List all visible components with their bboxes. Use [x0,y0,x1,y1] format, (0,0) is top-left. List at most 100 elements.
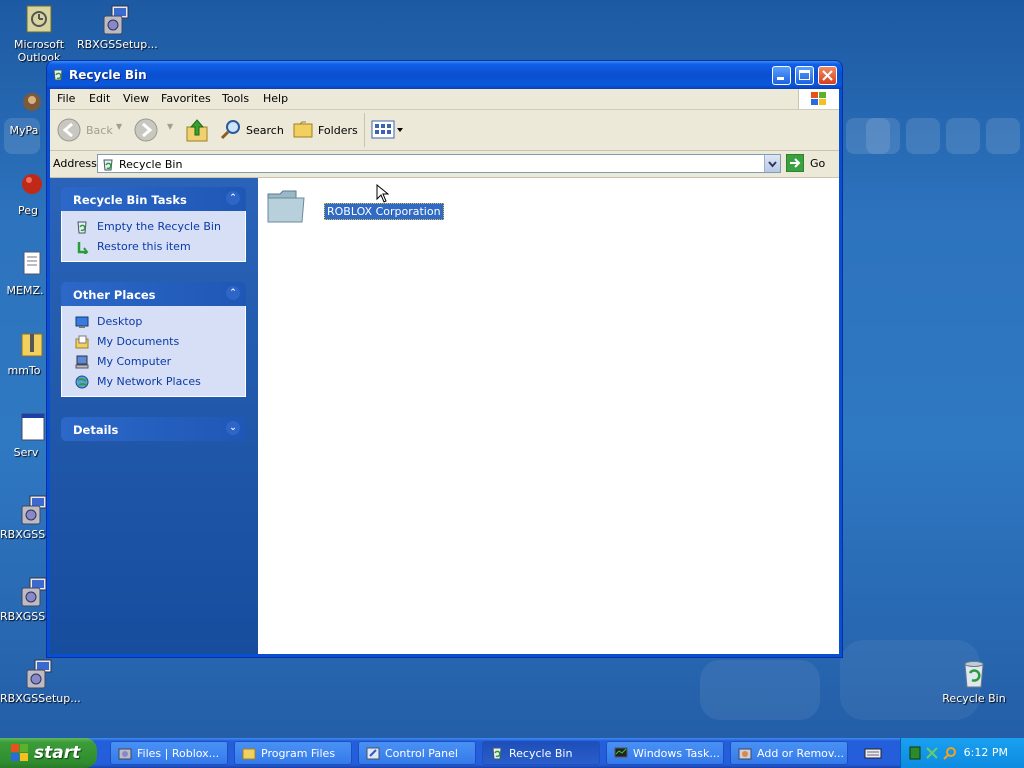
desktop-icon-mmto[interactable]: mmTo [0,330,50,377]
recycle-bin-icon [77,221,87,234]
desktop-icon-rbxgs-3[interactable]: RBXGSSe [0,576,46,623]
desktop-icon-rbxgs-4[interactable]: RBXGSSetup... [0,658,81,705]
chevron-down-icon[interactable]: ⌄ [226,421,240,435]
minimize-button[interactable] [772,66,791,85]
desktop-link[interactable]: Desktop [62,312,245,332]
mouse-cursor-icon [376,184,390,203]
desktop-icon-label: RBXGSSetup... [77,38,158,51]
chevron-up-icon[interactable]: ⌃ [226,286,240,300]
panel-body: Desktop My Documents My Computer My Netw… [61,306,246,397]
close-button[interactable] [818,66,837,85]
computer-icon [75,355,89,369]
panel-title: Other Places [73,288,156,302]
folder-icon [242,748,256,760]
desktop-icon-label: mmTo [7,364,41,377]
restore-item-link[interactable]: Restore this item [62,237,245,257]
recycle-bin-icon [492,747,502,760]
address-input[interactable]: Recycle Bin [97,154,781,173]
restore-arrow-icon [77,242,89,254]
documents-folder-icon [75,335,89,349]
menu-file[interactable]: File [57,92,75,105]
desktop-icon-label: RBXGSSe [0,610,46,623]
setup-icon [18,494,46,526]
search-button[interactable]: Search [220,118,286,142]
back-arrow-icon [57,118,81,142]
desktop-icon-memz[interactable]: MEMZ. [0,250,50,297]
desktop-icon-recycle-bin[interactable]: Recycle Bin [935,658,1013,705]
desktop-icon-mypa[interactable]: MyPa [0,90,50,137]
chevron-up-icon[interactable]: ⌃ [226,191,240,205]
panel-recycle-bin-tasks: Recycle Bin Tasks ⌃ Empty the Recycle Bi… [61,187,246,262]
folders-button[interactable]: Folders [292,118,358,142]
desktop-icon-label: RBXGSSetup... [0,692,81,705]
task-add-remove-programs[interactable]: Add or Remov... [730,741,848,765]
panel-header-tasks[interactable]: Recycle Bin Tasks ⌃ [61,187,246,211]
menu-edit[interactable]: Edit [89,92,110,105]
maximize-button[interactable] [795,66,814,85]
address-label: Address [53,157,97,170]
back-button[interactable]: Back ▼ [55,118,123,142]
task-files-roblox[interactable]: Files | Roblox... [110,741,228,765]
setup-icon [100,4,132,36]
go-button[interactable]: Go [785,153,834,174]
add-remove-icon [738,748,752,760]
explorer-window: Recycle Bin File Edit View Favorites Too… [47,61,842,657]
my-documents-link[interactable]: My Documents [62,332,245,352]
title-bar[interactable]: Recycle Bin [47,61,842,89]
forward-arrow-icon [134,118,158,142]
toolbar: Back ▼ ▼ Search Folders [50,110,839,151]
panel-header-places[interactable]: Other Places ⌃ [61,282,246,306]
start-label: start [34,743,81,763]
desktop-icon-peg[interactable]: Peg [0,170,50,217]
address-dropdown-button[interactable] [764,155,780,172]
tray-app-icon[interactable] [925,746,939,760]
menu-bar: File Edit View Favorites Tools Help [50,89,839,110]
panel-title: Details [73,423,119,437]
menu-tools[interactable]: Tools [222,92,249,105]
go-arrow-icon [785,153,805,173]
up-button[interactable] [185,117,209,143]
folder-icon [267,190,305,223]
setup-icon [118,748,132,760]
recycle-bin-icon [103,159,113,171]
panel-header-details[interactable]: Details ⌄ [61,417,246,441]
menu-favorites[interactable]: Favorites [161,92,211,105]
folder-item[interactable]: ROBLOX Corporation [266,186,466,226]
task-windows-task-manager[interactable]: Windows Task... [606,741,724,765]
desktop-icon-rbxgs-1[interactable]: RBXGSSetup... [77,4,158,51]
desktop-icon-rbxgs-2[interactable]: RBXGSSe [0,494,46,541]
keyboard-icon[interactable] [864,746,882,760]
menu-view[interactable]: View [123,92,149,105]
task-recycle-bin[interactable]: Recycle Bin [482,741,600,765]
toolbar-separator [364,113,365,147]
task-pane: Recycle Bin Tasks ⌃ Empty the Recycle Bi… [50,178,258,654]
desktop-icon-label: MyPa [9,124,39,137]
forward-button[interactable]: ▼ [134,118,174,142]
task-manager-icon [614,747,628,758]
windows-flag-icon [11,744,28,761]
setup-icon [23,658,55,690]
desktop-icon-label: Peg [18,204,38,217]
panel-body: Empty the Recycle Bin Restore this item [61,211,246,262]
control-panel-icon [366,747,380,760]
folder-up-icon [186,119,208,142]
desktop-icon [75,316,89,328]
task-control-panel[interactable]: Control Panel [358,741,476,765]
menu-help[interactable]: Help [263,92,288,105]
search-label: Search [246,124,284,137]
start-button[interactable]: start [0,738,97,768]
task-program-files[interactable]: Program Files [234,741,352,765]
back-dropdown-icon: ▼ [116,122,123,131]
my-computer-link[interactable]: My Computer [62,352,245,372]
app-icon [20,170,50,202]
views-button[interactable] [370,118,406,142]
my-network-places-link[interactable]: My Network Places [62,372,245,392]
desktop-icon-serv[interactable]: Serv [0,412,50,459]
empty-recycle-bin-link[interactable]: Empty the Recycle Bin [62,217,245,237]
maximize-icon [799,70,810,80]
network-globe-icon [75,375,89,389]
folders-label: Folders [318,124,358,137]
search-icon[interactable] [943,746,957,760]
desktop-icon-outlook[interactable]: Microsoft Outlook [0,4,78,64]
network-icon[interactable] [909,746,921,760]
